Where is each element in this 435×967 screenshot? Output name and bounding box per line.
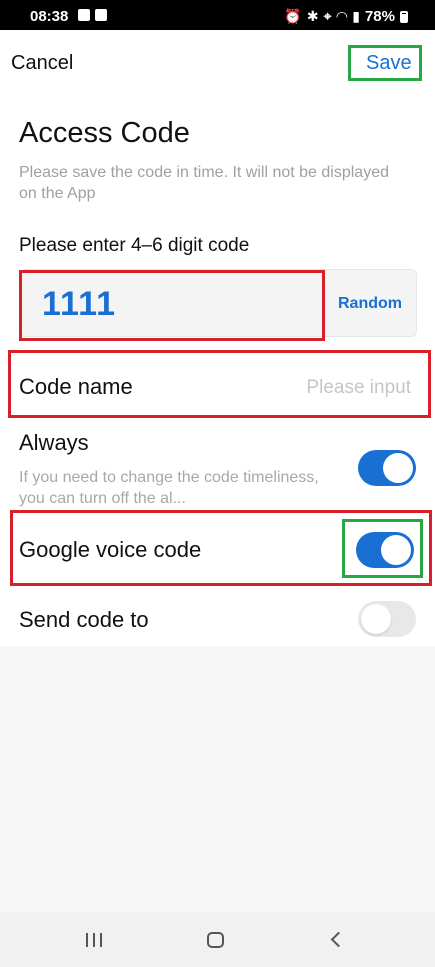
wifi-icon: ◠ — [336, 8, 348, 24]
always-toggle[interactable] — [358, 450, 416, 486]
save-highlight-box — [348, 45, 422, 81]
signal-icon: ▮ — [352, 8, 360, 24]
status-time: 08:38 — [30, 8, 69, 25]
always-label: Always — [19, 430, 89, 455]
home-icon[interactable] — [207, 932, 224, 948]
page-title: Access Code — [19, 117, 190, 149]
toggle-knob — [361, 604, 391, 634]
google-voice-toggle-highlight-box — [342, 519, 423, 578]
code-highlight-box — [19, 270, 325, 341]
battery-percent: 78% — [364, 8, 395, 25]
send-code-to-toggle[interactable] — [358, 601, 416, 637]
image-icon — [78, 9, 90, 21]
page-subtitle: Please save the code in time. It will no… — [19, 164, 389, 202]
toggle-knob — [383, 453, 413, 483]
code-name-highlight-box — [8, 350, 431, 418]
battery-icon — [400, 10, 408, 23]
bluetooth-icon: ✱ — [306, 8, 319, 24]
location-icon: ⌖ — [323, 8, 332, 24]
send-code-to-label: Send code to — [19, 607, 149, 632]
recents-icon[interactable] — [86, 933, 102, 947]
status-bar: 08:38 ⏰ ✱ ⌖ ◠ ▮ 78% — [0, 0, 435, 30]
navigation-bar — [0, 912, 435, 967]
always-description: If you need to change the code timelines… — [19, 469, 319, 507]
random-code-button[interactable]: Random — [338, 295, 402, 313]
notification-icon — [95, 9, 107, 21]
cancel-button[interactable]: Cancel — [11, 52, 73, 75]
back-icon[interactable] — [330, 931, 347, 948]
code-field-label: Please enter 4–6 digit code — [19, 235, 250, 256]
alarm-icon: ⏰ — [284, 8, 302, 24]
